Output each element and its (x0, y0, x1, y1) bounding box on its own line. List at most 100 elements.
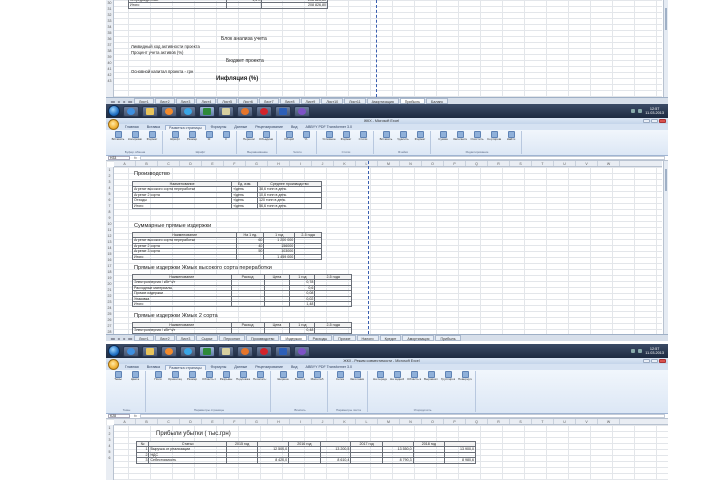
vertical-scrollbar-1[interactable] (663, 0, 668, 97)
taskbar-word-button[interactable] (275, 345, 291, 357)
table-cell[interactable]: Итого (131, 202, 233, 210)
column-header[interactable]: P (444, 161, 466, 166)
taskbar-explorer-button[interactable] (218, 105, 234, 117)
table-cell[interactable]: 0,48 (289, 327, 316, 334)
column-header[interactable]: V (576, 419, 598, 424)
ribbon-button[interactable]: Высота (293, 371, 307, 381)
row-header[interactable]: 43 (106, 78, 113, 84)
table-cell[interactable]: 56,6 тонн в день (256, 202, 323, 210)
column-header[interactable]: A (114, 161, 136, 166)
taskbar-media-button[interactable] (161, 105, 177, 117)
table-cell[interactable]: 8 790,3 (381, 457, 414, 464)
taskbar-excel-button[interactable] (199, 105, 215, 117)
table-cell[interactable]: 1 459 000 (263, 253, 296, 261)
start-button[interactable] (108, 345, 120, 357)
office-button[interactable] (108, 119, 119, 130)
close-button[interactable] (659, 119, 666, 123)
ribbon-button[interactable]: Формат (413, 131, 427, 141)
ribbon-button[interactable]: Формат (145, 131, 159, 141)
sheet-tab[interactable]: Расходы (307, 335, 333, 341)
ribbon-button[interactable]: Масштаб (310, 371, 324, 381)
column-header[interactable]: U (554, 161, 576, 166)
worksheet-area-3[interactable]: ABCDEFGHIJKLMNOPQRSTUVW 123456 Прибыли у… (106, 419, 668, 480)
sheet-nav-arrow-icon[interactable]: ▸ (122, 336, 127, 341)
column-header[interactable]: M (378, 161, 400, 166)
column-header[interactable]: L (356, 419, 378, 424)
table-cell[interactable]: Себестоимость (148, 457, 227, 464)
column-header[interactable]: T (532, 419, 554, 424)
column-header[interactable]: A (114, 419, 136, 424)
table-cell[interactable] (314, 300, 352, 308)
maximize-button[interactable] (651, 119, 658, 123)
sheet-tab[interactable]: Производство (246, 335, 280, 341)
worksheet-area-2[interactable]: ABCDEFGHIJKLMNOPQRSTUVW 1 2 3 4 5 6 7 8 9 10 11 12 1… (106, 161, 662, 334)
ribbon-button[interactable]: Заголовки (350, 371, 364, 381)
column-header[interactable]: Q (466, 161, 488, 166)
column-header[interactable]: H (268, 419, 290, 424)
ribbon-button[interactable]: На передний план (373, 371, 387, 381)
column-header[interactable]: F (224, 419, 246, 424)
column-header[interactable]: V (576, 161, 598, 166)
taskbar-explorer-button[interactable] (218, 345, 234, 357)
sheet-nav-arrow-icon[interactable]: ▸▸ (128, 336, 133, 341)
taskbar-folder-button[interactable] (142, 105, 158, 117)
ribbon-button[interactable]: Формат (339, 131, 353, 141)
close-button[interactable] (659, 359, 666, 363)
ribbon-button[interactable]: На задний план (390, 371, 404, 381)
sheet-tab[interactable]: Лист1 (134, 335, 154, 341)
table-cell[interactable] (226, 2, 263, 9)
ribbon-button[interactable]: Вставить (111, 131, 125, 141)
ribbon-button[interactable]: Темы (111, 371, 125, 381)
table-cell[interactable]: т/день (231, 202, 258, 210)
column-header[interactable]: G (246, 161, 268, 166)
column-header[interactable]: H (268, 161, 290, 166)
table-cell[interactable]: Итого (131, 253, 238, 261)
volume-icon[interactable] (638, 109, 643, 113)
taskbar-viber-button[interactable] (294, 345, 310, 357)
column-header[interactable]: G (246, 419, 268, 424)
ribbon-button[interactable]: Выровнять (424, 371, 438, 381)
sheet-nav-arrow-icon[interactable]: ◂ (116, 99, 121, 104)
office-button[interactable] (108, 359, 119, 370)
column-header[interactable]: C (158, 419, 180, 424)
table-cell[interactable]: 8 980,6 (444, 457, 476, 464)
column-header[interactable]: O (422, 161, 444, 166)
column-header[interactable]: S (510, 419, 532, 424)
ribbon-button[interactable]: Очистить (470, 131, 484, 141)
vertical-scrollbar-2[interactable] (663, 161, 668, 334)
sheet-nav-arrow-icon[interactable]: ◂ (116, 336, 121, 341)
taskbar-clock[interactable]: 12:57 11.03.2013 (645, 347, 664, 355)
ribbon-button[interactable]: Ориентация (168, 371, 182, 381)
ribbon-button[interactable]: Поля (151, 371, 165, 381)
maximize-button[interactable] (651, 359, 658, 363)
taskbar-media-button[interactable] (161, 345, 177, 357)
ribbon-button[interactable]: Перенос (242, 131, 256, 141)
table-cell[interactable] (236, 253, 265, 261)
column-header[interactable]: R (488, 419, 510, 424)
ribbon-button[interactable]: Удалить (396, 131, 410, 141)
name-box[interactable]: K28 (108, 414, 130, 418)
network-icon[interactable] (631, 349, 636, 353)
ribbon-button[interactable]: Цвета (128, 371, 142, 381)
ribbon-button[interactable]: Ширина (276, 371, 290, 381)
sheet-tab[interactable]: Лист3 (175, 335, 196, 341)
ribbon-button[interactable]: Область выделения (407, 371, 421, 381)
volume-icon[interactable] (638, 349, 643, 353)
column-header[interactable]: D (180, 161, 202, 166)
column-header[interactable]: F (224, 161, 246, 166)
sheet-tab[interactable]: Налоги (356, 335, 379, 341)
worksheet-area-1[interactable]: 30 31 32 33 34 35 36 37 38 39 40 41 42 43 непредвиден… (106, 0, 662, 97)
column-header[interactable]: J (312, 161, 334, 166)
sheet-tab[interactable]: Лист2 (154, 335, 175, 341)
sheet-tab[interactable]: Кредит (379, 335, 402, 341)
column-header[interactable]: L (356, 161, 378, 166)
network-icon[interactable] (631, 109, 636, 113)
column-header[interactable]: B (136, 161, 158, 166)
column-header[interactable]: D (180, 419, 202, 424)
table-cell[interactable]: 8 610,4 (319, 457, 352, 464)
ribbon-button[interactable]: Повернуть (458, 371, 472, 381)
column-header[interactable]: N (400, 161, 422, 166)
table-cell[interactable]: Итого (132, 300, 232, 308)
column-header[interactable]: I (290, 419, 312, 424)
column-header[interactable]: S (510, 161, 532, 166)
